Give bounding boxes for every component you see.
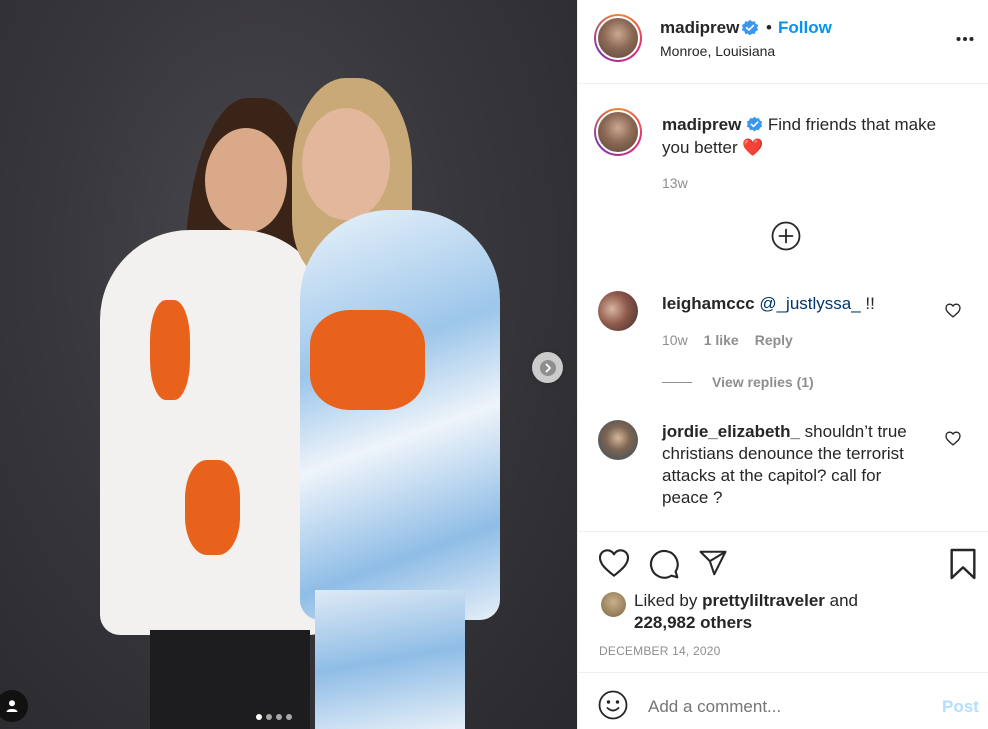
post-header: madiprew • Follow Monroe, Louisiana (578, 0, 988, 84)
comment-username[interactable]: jordie_elizabeth_ (662, 422, 800, 441)
comment-like-button[interactable] (945, 431, 961, 451)
save-button[interactable] (949, 548, 977, 585)
carousel-dot (286, 714, 292, 720)
verified-icon (746, 115, 763, 137)
caption-username[interactable]: madiprew (662, 115, 741, 134)
photo-figure-face-right (302, 108, 390, 220)
photo-hoodie-print-right (310, 310, 425, 410)
carousel-next-button[interactable] (532, 352, 563, 383)
comment-text: jordie_elizabeth_ shouldn’t true christi… (662, 421, 932, 509)
comment-timestamp[interactable]: 10w (662, 332, 688, 348)
emoji-icon (598, 690, 628, 720)
avatar[interactable] (598, 291, 638, 331)
likes-user[interactable]: prettyliltraveler (702, 591, 825, 610)
verified-icon (741, 19, 759, 42)
user-tag-icon (6, 700, 18, 712)
likes-prefix: Liked by (634, 591, 698, 610)
avatar[interactable] (594, 108, 642, 156)
view-replies-button[interactable]: View replies (1) (662, 374, 814, 390)
chevron-right-icon (539, 359, 556, 376)
heart-emoji: ❤️ (742, 137, 764, 157)
photo-figure-hoodie-right (300, 210, 500, 620)
post-comment-button[interactable]: Post (942, 697, 979, 717)
heart-icon (598, 549, 630, 577)
more-icon (956, 37, 974, 41)
reply-button[interactable]: Reply (755, 332, 793, 348)
comment-body: !! (860, 294, 875, 313)
post-side-panel: madiprew • Follow Monroe, Louisiana madi… (577, 0, 988, 729)
carousel-dot (276, 714, 282, 720)
load-more-comments-button[interactable] (771, 221, 801, 251)
comment-mention[interactable]: @_justlyssa_ (759, 294, 860, 313)
post-location[interactable]: Monroe, Louisiana (660, 43, 775, 59)
carousel-dot (256, 714, 262, 720)
comment-meta: 10w 1 like Reply (662, 332, 793, 348)
likes-text: Liked by prettyliltraveler and 228,982 o… (634, 590, 934, 634)
photo-hoodie-print-left (150, 300, 190, 400)
plus-circle-icon (771, 221, 801, 251)
comment-text: leighamccc @_justlyssa_ !! (662, 293, 932, 315)
post-photo[interactable] (0, 0, 577, 729)
heart-icon (945, 431, 961, 446)
caption-timestamp[interactable]: 13w (662, 175, 688, 191)
header-separator: • (766, 18, 772, 37)
photo-figure-pants-right (315, 590, 465, 729)
likes-count[interactable]: 228,982 others (634, 613, 752, 632)
comment-input[interactable] (648, 697, 918, 717)
comment-like-button[interactable] (945, 303, 961, 323)
photo-hoodie-print-left-lower (185, 460, 240, 555)
comment-icon (650, 550, 679, 579)
emoji-button[interactable] (598, 690, 628, 725)
add-comment-bar: Post (578, 672, 988, 729)
view-replies-label: View replies (1) (712, 374, 814, 390)
likes-suffix: and (829, 591, 859, 610)
post-date[interactable]: DECEMBER 14, 2020 (599, 644, 720, 658)
carousel-dot (266, 714, 272, 720)
heart-icon (945, 303, 961, 318)
replies-divider (662, 381, 692, 383)
caption-text: madiprew Find friends that make you bett… (662, 114, 962, 159)
carousel-dots (256, 714, 292, 720)
post-username[interactable]: madiprew (660, 18, 739, 38)
user-tag-button[interactable] (0, 690, 28, 722)
post-actions-bar (578, 531, 988, 591)
photo-figure-hoodie-left (100, 230, 330, 635)
follow-button[interactable]: Follow (778, 18, 832, 38)
photo-figure-face-left (205, 128, 287, 233)
share-button[interactable] (697, 548, 729, 583)
comment-username[interactable]: leighamccc (662, 294, 755, 313)
comment-button[interactable] (648, 548, 680, 585)
avatar[interactable] (601, 592, 626, 617)
avatar[interactable] (594, 14, 642, 62)
more-options-button[interactable] (956, 29, 974, 47)
avatar[interactable] (598, 420, 638, 460)
comment-likes[interactable]: 1 like (704, 332, 739, 348)
bookmark-icon (950, 548, 976, 580)
like-button[interactable] (598, 548, 630, 583)
share-icon (699, 550, 727, 576)
